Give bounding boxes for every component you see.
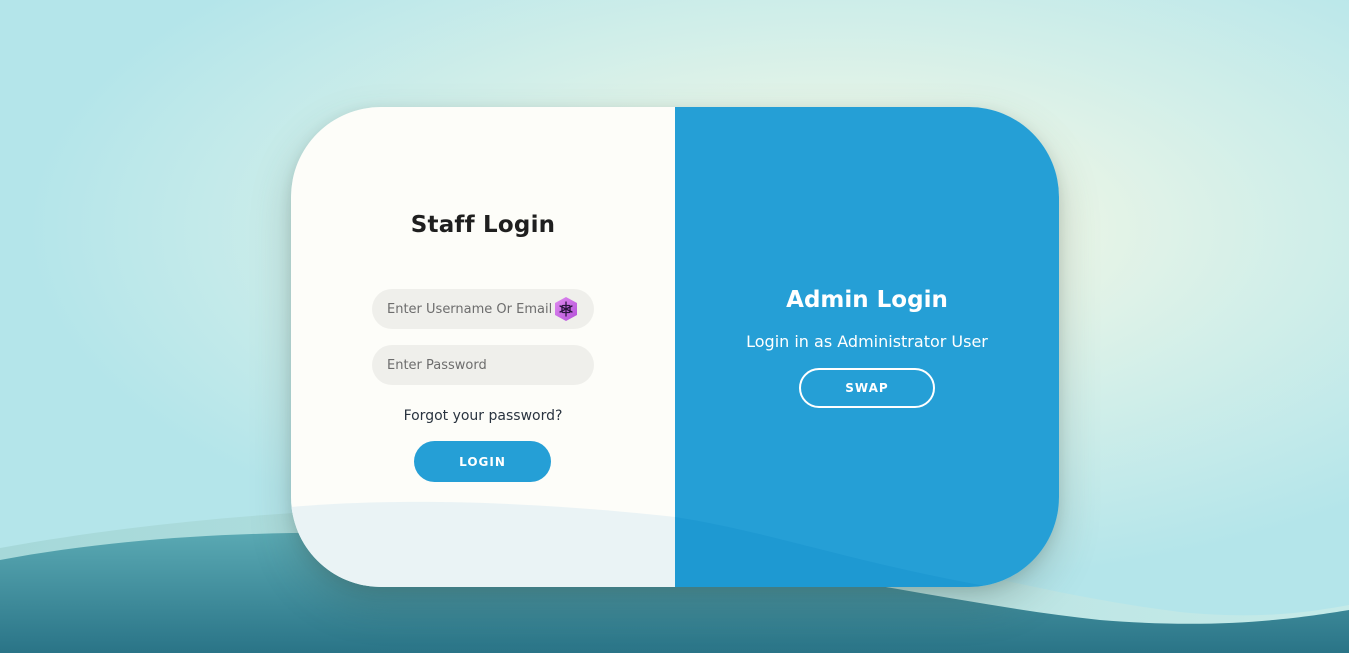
swap-button[interactable]: SWAP: [799, 368, 935, 408]
admin-login-subtitle: Login in as Administrator User: [746, 332, 988, 351]
admin-login-title: Admin Login: [786, 287, 948, 313]
password-input[interactable]: [372, 345, 594, 385]
forgot-password-link[interactable]: Forgot your password?: [291, 408, 675, 424]
login-card: Staff Login Forgot your password? LOGIN …: [291, 107, 1059, 587]
login-button[interactable]: LOGIN: [414, 441, 551, 482]
password-manager-icon[interactable]: [553, 296, 579, 322]
staff-login-title: Staff Login: [410, 212, 556, 238]
